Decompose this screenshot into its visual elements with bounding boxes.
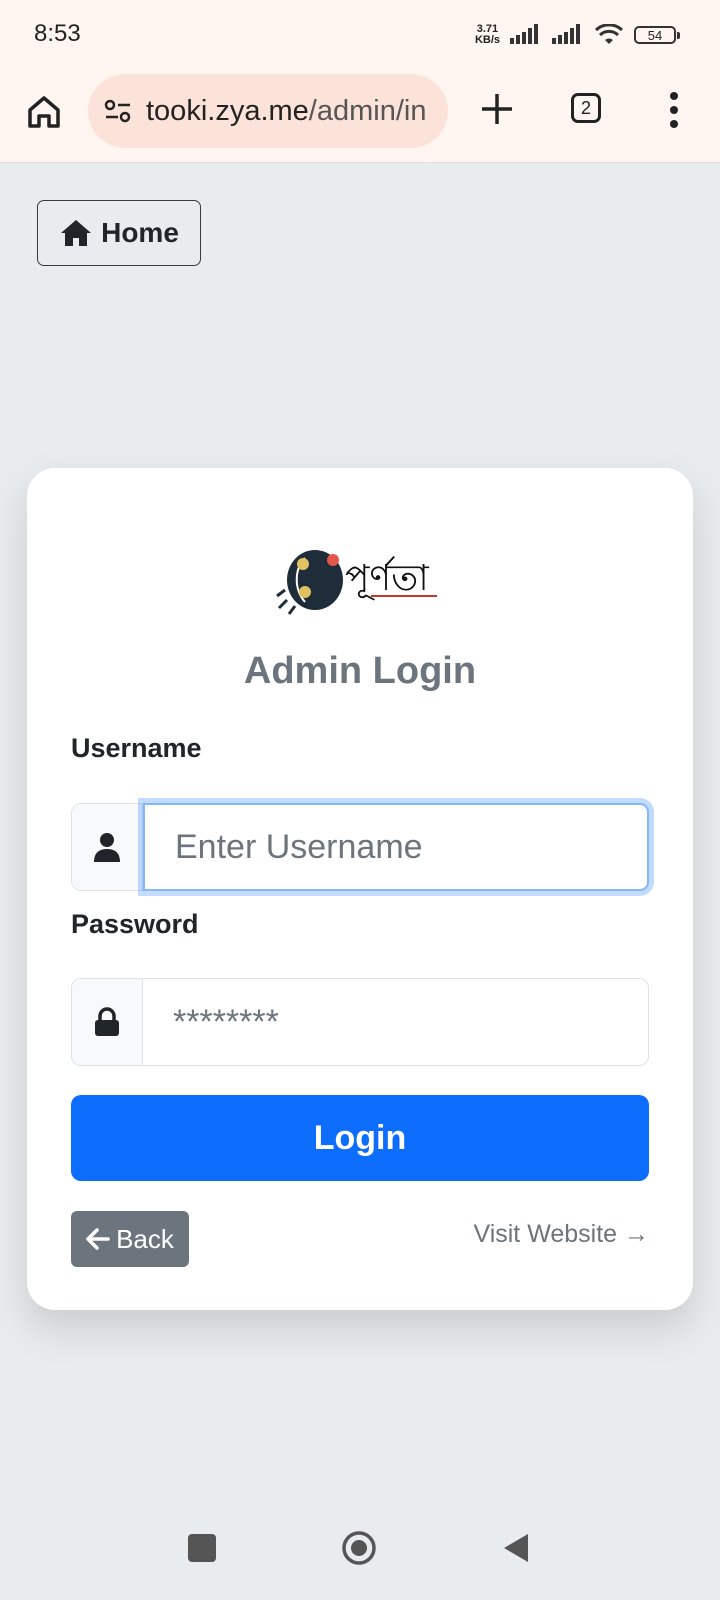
- wifi-icon: [594, 24, 624, 44]
- back-button-label: Back: [116, 1223, 174, 1254]
- password-addon: [72, 979, 143, 1065]
- site-settings-icon[interactable]: [102, 95, 134, 127]
- status-bar: 8:53 3.71 KB/s 54: [0, 0, 720, 70]
- arrow-left-icon: [86, 1228, 110, 1250]
- username-label: Username: [71, 733, 202, 763]
- status-icons: 3.71 KB/s 54: [474, 20, 680, 50]
- password-input-group: [71, 978, 649, 1066]
- plus-icon[interactable]: [478, 90, 516, 128]
- address-bar[interactable]: tooki.zya.me/admin/in: [88, 74, 448, 148]
- house-icon: [61, 220, 92, 246]
- system-nav-bar: [0, 1510, 720, 1600]
- home-button-label: Home: [101, 217, 179, 248]
- user-icon: [94, 833, 120, 862]
- battery-icon: 54: [634, 26, 680, 44]
- username-input[interactable]: [143, 803, 649, 891]
- username-input-group: [71, 803, 649, 891]
- home-button[interactable]: Home: [37, 200, 201, 266]
- network-speed: 3.71 KB/s: [474, 23, 500, 46]
- more-vert-icon[interactable]: [660, 90, 688, 130]
- site-logo: পূর্ণতা: [276, 550, 437, 615]
- status-time: 8:53: [34, 20, 81, 47]
- back-button[interactable]: Back: [71, 1211, 189, 1267]
- password-label: Password: [71, 909, 199, 939]
- nav-home-icon[interactable]: [341, 1530, 377, 1566]
- signal-icon-2: [552, 24, 580, 44]
- tab-switcher-button[interactable]: 2: [571, 93, 601, 123]
- login-card: পূর্ণতা Admin Login Username Password Lo…: [27, 468, 693, 1310]
- login-button[interactable]: Login: [71, 1095, 649, 1181]
- svg-text:পূর্ণতা: পূর্ণতা: [345, 556, 429, 600]
- lock-icon: [95, 1007, 119, 1036]
- password-input[interactable]: [143, 979, 648, 1065]
- browser-toolbar: tooki.zya.me/admin/in 2: [0, 70, 720, 163]
- url-text: tooki.zya.me/admin/in: [146, 94, 427, 127]
- visit-website-link[interactable]: Visit Website →: [473, 1220, 649, 1249]
- nav-back-icon[interactable]: [502, 1532, 530, 1564]
- home-icon[interactable]: [24, 92, 64, 132]
- signal-icon: [510, 24, 538, 44]
- recents-icon[interactable]: [188, 1534, 216, 1562]
- page-title: Admin Login: [243, 650, 477, 692]
- username-addon: [72, 804, 143, 890]
